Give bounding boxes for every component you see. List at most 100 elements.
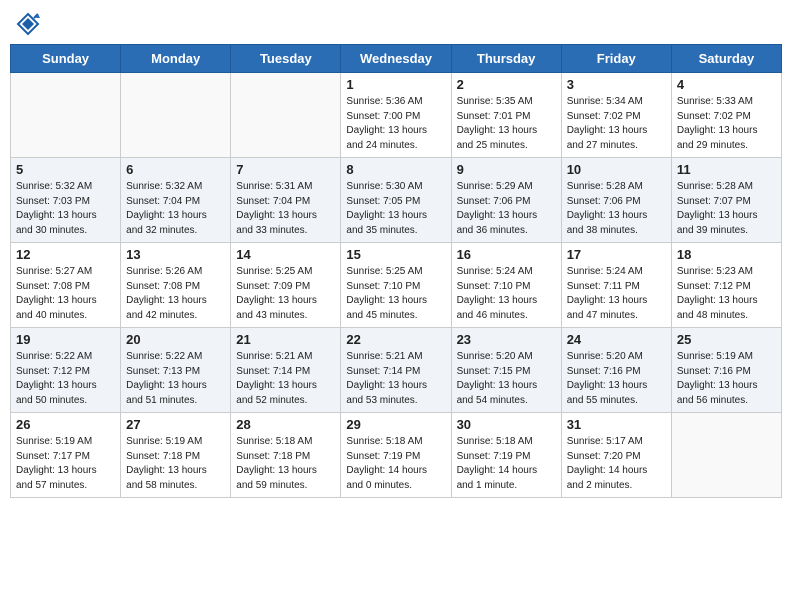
day-info: Sunrise: 5:18 AM Sunset: 7:19 PM Dayligh… xyxy=(346,435,445,493)
day-info: Sunrise: 5:36 AM Sunset: 7:00 PM Dayligh… xyxy=(346,95,445,153)
calendar-cell: 16 Sunrise: 5:24 AM Sunset: 7:10 PM Dayli… xyxy=(451,243,561,328)
day-number: 15 xyxy=(346,247,445,262)
calendar-cell xyxy=(231,73,341,158)
calendar-week-row: 12 Sunrise: 5:27 AM Sunset: 7:08 PM Dayli… xyxy=(11,243,782,328)
calendar-cell: 18 Sunrise: 5:23 AM Sunset: 7:12 PM Dayli… xyxy=(671,243,781,328)
day-header-sunday: Sunday xyxy=(11,45,121,73)
day-number: 29 xyxy=(346,417,445,432)
day-number: 30 xyxy=(457,417,556,432)
calendar-cell: 14Sunrise: 5:25 AM Sunset: 7:09 PM Dayli… xyxy=(231,243,341,328)
day-number: 5 xyxy=(16,162,115,177)
day-info: Sunrise: 5:33 AM Sunset: 7:02 PM Dayligh… xyxy=(677,95,776,153)
day-info: Sunrise: 5:32 AM Sunset: 7:04 PM Dayligh… xyxy=(126,180,225,238)
day-number: 4 xyxy=(677,77,776,92)
calendar-header-row: SundayMondayTuesdayWednesdayThursdayFrid… xyxy=(11,45,782,73)
calendar-cell: 9 Sunrise: 5:29 AM Sunset: 7:06 PM Daylig… xyxy=(451,158,561,243)
day-number: 31 xyxy=(567,417,666,432)
day-info: Sunrise: 5:25 AM Sunset: 7:09 PM Dayligh… xyxy=(236,265,335,323)
day-number: 10 xyxy=(567,162,666,177)
calendar-cell: 10Sunrise: 5:28 AM Sunset: 7:06 PM Dayli… xyxy=(561,158,671,243)
day-info: Sunrise: 5:19 AM Sunset: 7:16 PM Dayligh… xyxy=(677,350,776,408)
day-number: 16 xyxy=(457,247,556,262)
calendar-cell: 11 Sunrise: 5:28 AM Sunset: 7:07 PM Dayli… xyxy=(671,158,781,243)
day-number: 25 xyxy=(677,332,776,347)
calendar-cell: 29 Sunrise: 5:18 AM Sunset: 7:19 PM Dayli… xyxy=(341,413,451,498)
calendar-cell: 13 Sunrise: 5:26 AM Sunset: 7:08 PM Dayli… xyxy=(121,243,231,328)
day-number: 6 xyxy=(126,162,225,177)
calendar-cell: 22Sunrise: 5:21 AM Sunset: 7:14 PM Dayli… xyxy=(341,328,451,413)
calendar-cell xyxy=(671,413,781,498)
calendar-cell: 12 Sunrise: 5:27 AM Sunset: 7:08 PM Dayli… xyxy=(11,243,121,328)
day-info: Sunrise: 5:20 AM Sunset: 7:15 PM Dayligh… xyxy=(457,350,556,408)
day-info: Sunrise: 5:30 AM Sunset: 7:05 PM Dayligh… xyxy=(346,180,445,238)
page-header xyxy=(10,10,782,38)
day-info: Sunrise: 5:28 AM Sunset: 7:07 PM Dayligh… xyxy=(677,180,776,238)
day-header-monday: Monday xyxy=(121,45,231,73)
day-header-saturday: Saturday xyxy=(671,45,781,73)
day-number: 24 xyxy=(567,332,666,347)
day-number: 28 xyxy=(236,417,335,432)
day-number: 26 xyxy=(16,417,115,432)
day-info: Sunrise: 5:27 AM Sunset: 7:08 PM Dayligh… xyxy=(16,265,115,323)
day-info: Sunrise: 5:22 AM Sunset: 7:13 PM Dayligh… xyxy=(126,350,225,408)
day-number: 23 xyxy=(457,332,556,347)
day-header-wednesday: Wednesday xyxy=(341,45,451,73)
day-number: 11 xyxy=(677,162,776,177)
calendar-week-row: 19 Sunrise: 5:22 AM Sunset: 7:12 PM Dayli… xyxy=(11,328,782,413)
day-info: Sunrise: 5:29 AM Sunset: 7:06 PM Dayligh… xyxy=(457,180,556,238)
day-info: Sunrise: 5:17 AM Sunset: 7:20 PM Dayligh… xyxy=(567,435,666,493)
day-info: Sunrise: 5:26 AM Sunset: 7:08 PM Dayligh… xyxy=(126,265,225,323)
day-number: 12 xyxy=(16,247,115,262)
calendar-cell: 26 Sunrise: 5:19 AM Sunset: 7:17 PM Dayli… xyxy=(11,413,121,498)
day-number: 8 xyxy=(346,162,445,177)
day-info: Sunrise: 5:21 AM Sunset: 7:14 PM Dayligh… xyxy=(346,350,445,408)
calendar-cell: 23 Sunrise: 5:20 AM Sunset: 7:15 PM Dayli… xyxy=(451,328,561,413)
calendar-cell: 4 Sunrise: 5:33 AM Sunset: 7:02 PM Daylig… xyxy=(671,73,781,158)
calendar-table: SundayMondayTuesdayWednesdayThursdayFrid… xyxy=(10,44,782,498)
calendar-cell: 24 Sunrise: 5:20 AM Sunset: 7:16 PM Dayli… xyxy=(561,328,671,413)
calendar-cell: 6 Sunrise: 5:32 AM Sunset: 7:04 PM Daylig… xyxy=(121,158,231,243)
calendar-cell: 27Sunrise: 5:19 AM Sunset: 7:18 PM Dayli… xyxy=(121,413,231,498)
day-info: Sunrise: 5:20 AM Sunset: 7:16 PM Dayligh… xyxy=(567,350,666,408)
day-info: Sunrise: 5:19 AM Sunset: 7:17 PM Dayligh… xyxy=(16,435,115,493)
day-info: Sunrise: 5:25 AM Sunset: 7:10 PM Dayligh… xyxy=(346,265,445,323)
calendar-cell: 3 Sunrise: 5:34 AM Sunset: 7:02 PM Daylig… xyxy=(561,73,671,158)
day-info: Sunrise: 5:22 AM Sunset: 7:12 PM Dayligh… xyxy=(16,350,115,408)
day-info: Sunrise: 5:24 AM Sunset: 7:10 PM Dayligh… xyxy=(457,265,556,323)
calendar-cell: 19 Sunrise: 5:22 AM Sunset: 7:12 PM Dayli… xyxy=(11,328,121,413)
calendar-cell xyxy=(121,73,231,158)
day-number: 27 xyxy=(126,417,225,432)
day-number: 20 xyxy=(126,332,225,347)
calendar-cell: 31 Sunrise: 5:17 AM Sunset: 7:20 PM Dayli… xyxy=(561,413,671,498)
day-number: 2 xyxy=(457,77,556,92)
logo xyxy=(14,10,46,38)
day-info: Sunrise: 5:23 AM Sunset: 7:12 PM Dayligh… xyxy=(677,265,776,323)
calendar-cell: 5 Sunrise: 5:32 AM Sunset: 7:03 PM Daylig… xyxy=(11,158,121,243)
day-number: 17 xyxy=(567,247,666,262)
calendar-cell: 15 Sunrise: 5:25 AM Sunset: 7:10 PM Dayli… xyxy=(341,243,451,328)
day-number: 13 xyxy=(126,247,225,262)
day-info: Sunrise: 5:34 AM Sunset: 7:02 PM Dayligh… xyxy=(567,95,666,153)
day-info: Sunrise: 5:18 AM Sunset: 7:18 PM Dayligh… xyxy=(236,435,335,493)
calendar-cell: 20 Sunrise: 5:22 AM Sunset: 7:13 PM Dayli… xyxy=(121,328,231,413)
day-header-tuesday: Tuesday xyxy=(231,45,341,73)
day-header-thursday: Thursday xyxy=(451,45,561,73)
calendar-week-row: 26 Sunrise: 5:19 AM Sunset: 7:17 PM Dayli… xyxy=(11,413,782,498)
calendar-week-row: 1 Sunrise: 5:36 AM Sunset: 7:00 PM Daylig… xyxy=(11,73,782,158)
day-info: Sunrise: 5:32 AM Sunset: 7:03 PM Dayligh… xyxy=(16,180,115,238)
day-info: Sunrise: 5:24 AM Sunset: 7:11 PM Dayligh… xyxy=(567,265,666,323)
day-number: 21 xyxy=(236,332,335,347)
day-info: Sunrise: 5:31 AM Sunset: 7:04 PM Dayligh… xyxy=(236,180,335,238)
day-number: 19 xyxy=(16,332,115,347)
day-header-friday: Friday xyxy=(561,45,671,73)
calendar-week-row: 5 Sunrise: 5:32 AM Sunset: 7:03 PM Daylig… xyxy=(11,158,782,243)
logo-icon xyxy=(14,10,42,38)
calendar-cell: 2 Sunrise: 5:35 AM Sunset: 7:01 PM Daylig… xyxy=(451,73,561,158)
day-info: Sunrise: 5:35 AM Sunset: 7:01 PM Dayligh… xyxy=(457,95,556,153)
calendar-cell: 7 Sunrise: 5:31 AM Sunset: 7:04 PM Daylig… xyxy=(231,158,341,243)
day-number: 7 xyxy=(236,162,335,177)
day-number: 18 xyxy=(677,247,776,262)
day-number: 3 xyxy=(567,77,666,92)
day-number: 9 xyxy=(457,162,556,177)
day-number: 1 xyxy=(346,77,445,92)
